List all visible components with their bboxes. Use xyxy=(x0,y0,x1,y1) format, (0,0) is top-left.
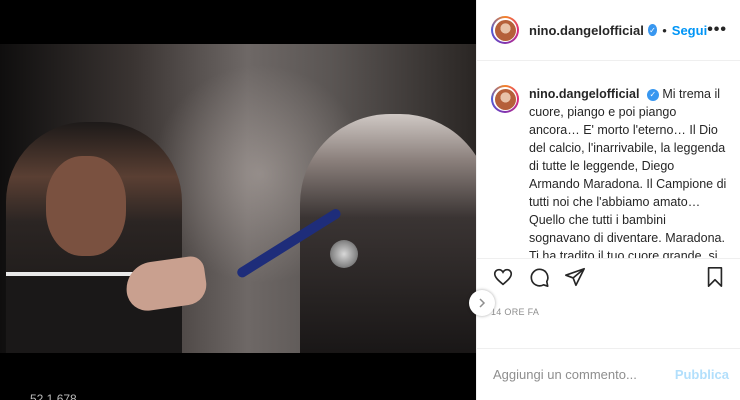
photo-face-left xyxy=(46,156,126,256)
avatar-image xyxy=(494,88,516,110)
media-footer-text: 52 1.678 xyxy=(30,392,77,400)
comments-section[interactable]: nino.dangelofficial ✓ Mi trema il cuore,… xyxy=(477,61,740,259)
caption-text: Mi trema il cuore, piango e poi piango a… xyxy=(529,87,727,259)
share-button[interactable] xyxy=(563,267,587,291)
caption-username[interactable]: nino.dangelofficial xyxy=(529,87,639,101)
like-button[interactable] xyxy=(491,267,515,291)
verified-badge-icon: ✓ xyxy=(646,88,659,101)
next-post-button[interactable] xyxy=(469,290,495,316)
follow-button[interactable]: Segui xyxy=(672,23,707,38)
chevron-right-icon xyxy=(477,295,487,311)
photo-subject-left xyxy=(6,122,182,353)
avatar[interactable] xyxy=(491,16,519,44)
avatar-image xyxy=(494,19,516,41)
post-caption: nino.dangelofficial ✓ Mi trema il cuore,… xyxy=(529,85,727,258)
verified-badge-icon: ✓ xyxy=(647,24,658,36)
comment-icon xyxy=(528,266,550,293)
save-button[interactable] xyxy=(703,266,727,293)
caption-avatar[interactable] xyxy=(491,85,519,113)
share-icon xyxy=(564,266,586,293)
username-link[interactable]: nino.dangelofficial xyxy=(529,23,644,38)
post-timestamp[interactable]: 14 ORE FA xyxy=(477,299,740,321)
photo-microphone-head xyxy=(330,240,358,268)
comment-form: Pubblica xyxy=(477,348,740,400)
heart-icon xyxy=(492,266,514,293)
post-photo[interactable] xyxy=(0,44,476,353)
publish-button[interactable]: Pubblica xyxy=(675,367,729,382)
separator-dot: • xyxy=(662,22,667,38)
post-header: nino.dangelofficial ✓ • Segui ••• xyxy=(477,0,740,61)
comment-button[interactable] xyxy=(527,267,551,291)
post-side-panel: nino.dangelofficial ✓ • Segui ••• nino.d… xyxy=(476,0,740,400)
bookmark-icon xyxy=(705,266,725,293)
more-options-button[interactable]: ••• xyxy=(707,21,727,39)
comment-input[interactable] xyxy=(491,366,675,383)
photo-subject-right xyxy=(300,114,476,353)
post-media[interactable]: 52 1.678 xyxy=(0,0,476,400)
post-actions xyxy=(477,259,740,299)
